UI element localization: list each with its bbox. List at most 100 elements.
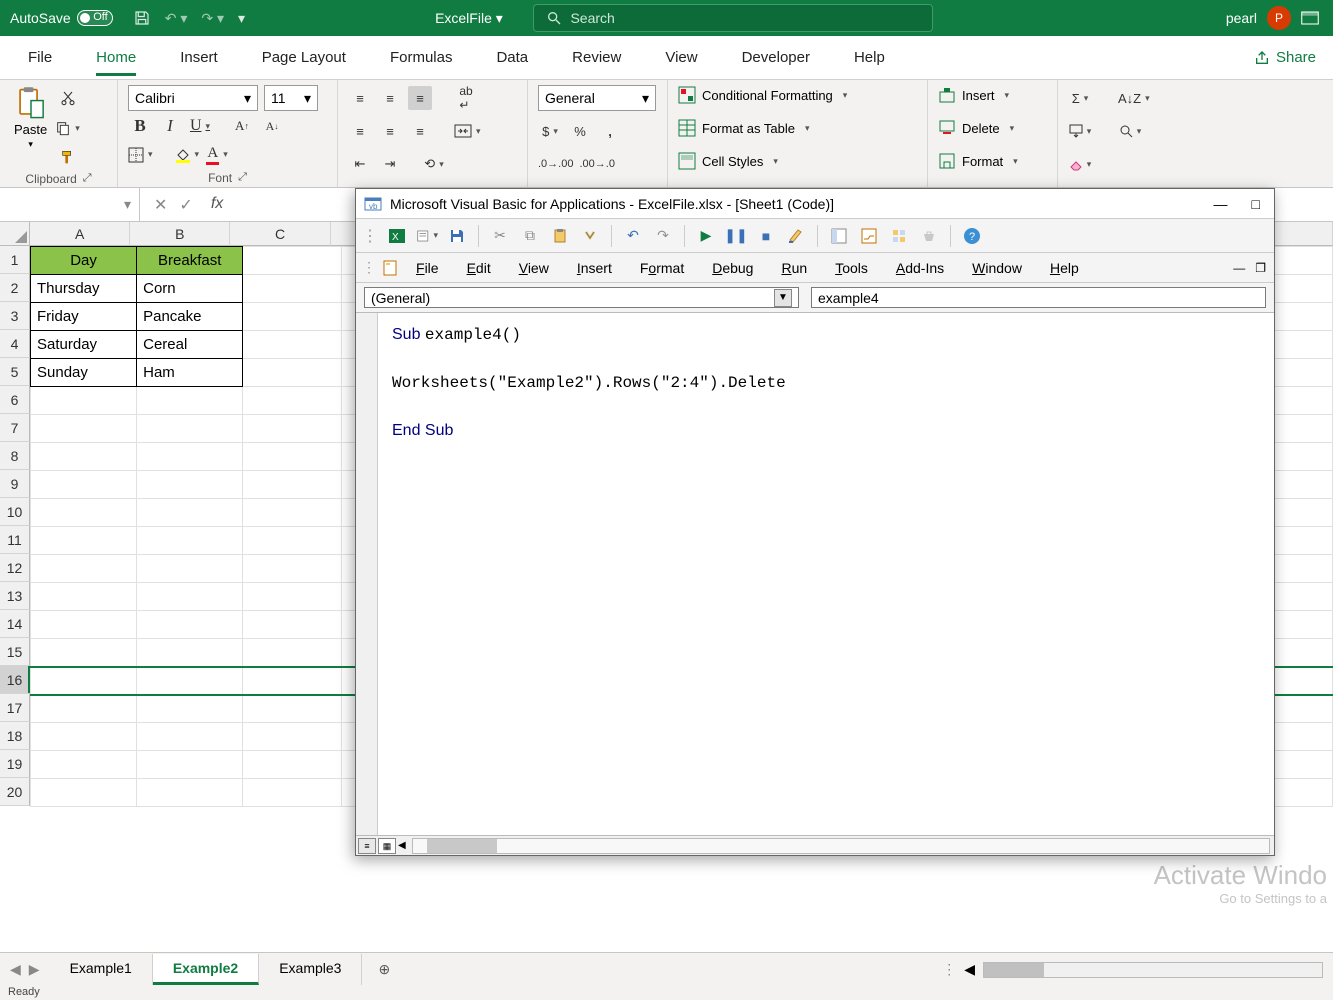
cell[interactable] <box>137 751 243 779</box>
cell[interactable]: Breakfast <box>137 247 243 275</box>
column-header[interactable]: C <box>230 222 330 246</box>
number-format-select[interactable]: General▾ <box>538 85 656 111</box>
comma-format-button[interactable]: , <box>598 119 622 143</box>
row-header[interactable]: 12 <box>0 554 30 582</box>
cell[interactable] <box>243 695 342 723</box>
cell[interactable] <box>243 611 342 639</box>
decrease-decimal-button[interactable]: .00→.0 <box>579 152 614 176</box>
cell[interactable]: Sunday <box>31 359 137 387</box>
find-icon[interactable] <box>579 225 601 247</box>
row-header[interactable]: 6 <box>0 386 30 414</box>
cell[interactable] <box>137 387 243 415</box>
cell[interactable] <box>31 667 137 695</box>
reset-icon[interactable]: ■ <box>755 225 777 247</box>
wrap-text-button[interactable]: ab↵ <box>454 86 478 110</box>
dots-handle-icon[interactable]: ⋮ <box>362 226 378 246</box>
cell[interactable] <box>137 443 243 471</box>
redo-icon[interactable]: ↷ <box>652 225 674 247</box>
fill-color-button[interactable] <box>175 143 200 167</box>
redo-icon[interactable]: ↷ ▾ <box>201 10 224 27</box>
row-header[interactable]: 9 <box>0 470 30 498</box>
percent-format-button[interactable]: % <box>568 119 592 143</box>
cell[interactable] <box>31 751 137 779</box>
conditional-formatting-button[interactable]: Conditional Formatting <box>678 84 917 106</box>
ribbon-tab-file[interactable]: File <box>6 39 74 76</box>
vba-menu-debug[interactable]: Debug <box>698 256 767 280</box>
ribbon-tab-data[interactable]: Data <box>474 39 550 76</box>
minimize-icon[interactable]: — <box>1214 196 1228 212</box>
row-header[interactable]: 2 <box>0 274 30 302</box>
borders-button[interactable] <box>128 143 153 167</box>
autosave-toggle-group[interactable]: AutoSave Off <box>0 10 123 26</box>
row-header[interactable]: 14 <box>0 610 30 638</box>
cell[interactable] <box>243 555 342 583</box>
cell[interactable]: Cereal <box>137 331 243 359</box>
doc-restore-icon[interactable]: ❐ <box>1255 261 1266 275</box>
cell[interactable] <box>243 247 342 275</box>
file-name[interactable]: ExcelFile ▾ <box>435 10 503 27</box>
align-bottom-button[interactable]: ≡ <box>408 86 432 110</box>
cell[interactable] <box>243 387 342 415</box>
cell[interactable] <box>137 527 243 555</box>
row-header[interactable]: 20 <box>0 778 30 806</box>
row-header[interactable]: 17 <box>0 694 30 722</box>
vba-hscrollbar[interactable] <box>412 838 1270 854</box>
sheet-tab-example3[interactable]: Example3 <box>259 954 362 985</box>
sheet-tab-example1[interactable]: Example1 <box>50 954 153 985</box>
vba-menu-insert[interactable]: Insert <box>563 256 626 280</box>
align-right-button[interactable]: ≡ <box>408 119 432 143</box>
copy-icon[interactable]: ⧉ <box>519 225 541 247</box>
bold-button[interactable]: B <box>128 114 152 138</box>
insert-cells-button[interactable]: Insert <box>938 84 1047 106</box>
cell[interactable] <box>31 695 137 723</box>
add-sheet-button[interactable]: ⊕ <box>362 961 406 978</box>
align-center-button[interactable]: ≡ <box>378 119 402 143</box>
accounting-format-button[interactable]: $ <box>538 119 562 143</box>
name-box[interactable]: ▾ <box>0 188 140 221</box>
row-header[interactable]: 15 <box>0 638 30 666</box>
design-mode-icon[interactable] <box>785 225 807 247</box>
increase-indent-button[interactable]: ⇥ <box>378 152 402 176</box>
cell[interactable] <box>243 779 342 807</box>
decrease-font-button[interactable]: A↓ <box>260 114 284 138</box>
autosum-button[interactable]: Σ <box>1068 86 1092 110</box>
hscroll-left-icon[interactable]: ◀ <box>964 961 975 978</box>
cancel-formula-icon[interactable]: ✕ <box>154 195 167 215</box>
cell[interactable] <box>243 359 342 387</box>
fill-button[interactable] <box>1068 119 1092 143</box>
insert-module-icon[interactable] <box>416 225 438 247</box>
cell[interactable]: Corn <box>137 275 243 303</box>
vba-menu-file[interactable]: File <box>402 256 453 280</box>
cell[interactable] <box>31 723 137 751</box>
view-excel-icon[interactable]: X <box>386 225 408 247</box>
row-header[interactable]: 3 <box>0 302 30 330</box>
align-left-button[interactable]: ≡ <box>348 119 372 143</box>
select-all-corner[interactable] <box>0 222 30 246</box>
cell[interactable] <box>31 583 137 611</box>
undo-icon[interactable]: ↶ ▾ <box>165 10 188 27</box>
cell[interactable] <box>137 471 243 499</box>
save-icon[interactable] <box>446 225 468 247</box>
clear-button[interactable] <box>1068 152 1092 176</box>
tab-split-icon[interactable]: ⋮ <box>942 961 956 978</box>
sheet-tab-example2[interactable]: Example2 <box>153 954 259 985</box>
cell[interactable] <box>31 415 137 443</box>
increase-decimal-button[interactable]: .0→.00 <box>538 152 573 176</box>
cell[interactable] <box>31 443 137 471</box>
cell[interactable]: Thursday <box>31 275 137 303</box>
toolbox-icon[interactable] <box>918 225 940 247</box>
merge-button[interactable] <box>454 119 481 143</box>
row-header[interactable]: 4 <box>0 330 30 358</box>
cell[interactable] <box>243 275 342 303</box>
italic-button[interactable]: I <box>158 114 182 138</box>
vba-code-pane[interactable]: Sub example4() Worksheets("Example2").Ro… <box>356 313 1274 835</box>
vba-menu-help[interactable]: Help <box>1036 256 1093 280</box>
cell[interactable] <box>137 555 243 583</box>
qat-dropdown-icon[interactable]: ▾ <box>238 10 245 27</box>
share-button[interactable]: Share <box>1243 42 1327 73</box>
sort-filter-button[interactable]: A↓Z <box>1118 86 1150 110</box>
cell[interactable] <box>137 639 243 667</box>
align-top-button[interactable]: ≡ <box>348 86 372 110</box>
cell[interactable] <box>31 779 137 807</box>
cell[interactable]: Saturday <box>31 331 137 359</box>
